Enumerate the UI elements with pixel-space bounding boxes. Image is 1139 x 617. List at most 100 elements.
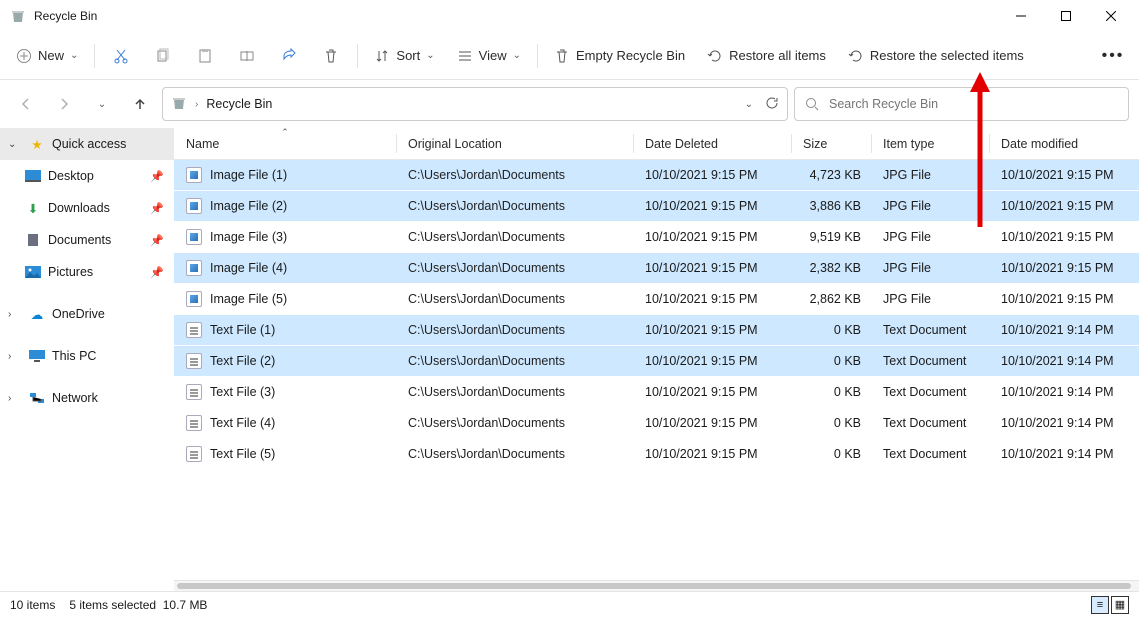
restore-selected-button[interactable]: Restore the selected items (838, 38, 1034, 74)
paste-button[interactable] (185, 38, 225, 74)
sidebar-item-label: OneDrive (52, 307, 105, 321)
share-icon (281, 48, 297, 64)
maximize-button[interactable] (1043, 0, 1088, 32)
column-original-location[interactable]: Original Location (396, 128, 633, 159)
refresh-button[interactable] (765, 96, 779, 113)
cell-size: 3,886 KB (791, 199, 871, 213)
table-row[interactable]: Image File (1)C:\Users\Jordan\Documents1… (174, 160, 1139, 191)
sidebar-item-downloads[interactable]: ⬇ Downloads 📌 (0, 192, 174, 224)
sidebar-item-desktop[interactable]: Desktop 📌 (0, 160, 174, 192)
sidebar-item-label: Quick access (52, 137, 126, 151)
copy-button[interactable] (143, 38, 183, 74)
table-row[interactable]: Text File (4)C:\Users\Jordan\Documents10… (174, 408, 1139, 439)
column-size[interactable]: Size (791, 128, 871, 159)
sidebar-item-network[interactable]: › Network (0, 382, 174, 414)
horizontal-scrollbar[interactable] (174, 580, 1139, 591)
chevron-right-icon: › (195, 99, 198, 110)
restore-all-button[interactable]: Restore all items (697, 38, 836, 74)
sort-label: Sort (396, 48, 420, 63)
cell-size: 0 KB (791, 385, 871, 399)
sidebar-item-quick-access[interactable]: ⌄ ★ Quick access (0, 128, 174, 160)
titlebar: Recycle Bin (0, 0, 1139, 32)
new-button[interactable]: New ⌄ (6, 38, 88, 74)
file-name: Text File (3) (210, 385, 275, 399)
scrollbar-thumb[interactable] (177, 583, 1131, 589)
table-row[interactable]: Image File (2)C:\Users\Jordan\Documents1… (174, 191, 1139, 222)
table-row[interactable]: Image File (3)C:\Users\Jordan\Documents1… (174, 222, 1139, 253)
restore-icon (707, 48, 723, 64)
cell-item-type: JPG File (871, 292, 989, 306)
star-icon: ★ (28, 137, 46, 152)
cell-date-deleted: 10/10/2021 9:15 PM (633, 447, 791, 461)
cell-original-location: C:\Users\Jordan\Documents (396, 323, 633, 337)
sidebar-item-pictures[interactable]: Pictures 📌 (0, 256, 174, 288)
thumbnails-view-toggle[interactable]: ▦ (1111, 596, 1129, 614)
content-area: Name ⌃ Original Location Date Deleted Si… (174, 128, 1139, 591)
breadcrumb[interactable]: Recycle Bin (206, 97, 272, 111)
sidebar-item-label: Network (52, 391, 98, 405)
minimize-button[interactable] (998, 0, 1043, 32)
cell-date-deleted: 10/10/2021 9:15 PM (633, 168, 791, 182)
cell-size: 0 KB (791, 323, 871, 337)
file-name: Text File (1) (210, 323, 275, 337)
back-button[interactable] (10, 88, 42, 120)
pin-icon: 📌 (150, 202, 164, 215)
chevron-right-icon: › (8, 393, 22, 404)
table-row[interactable]: Image File (5)C:\Users\Jordan\Documents1… (174, 284, 1139, 315)
cloud-icon: ☁ (28, 307, 46, 322)
column-name[interactable]: Name ⌃ (174, 128, 396, 159)
cut-button[interactable] (101, 38, 141, 74)
cut-icon (113, 48, 129, 64)
column-label: Date modified (1001, 137, 1078, 151)
share-button[interactable] (269, 38, 309, 74)
details-view-toggle[interactable]: ≡ (1091, 596, 1109, 614)
rename-button[interactable] (227, 38, 267, 74)
sidebar-item-this-pc[interactable]: › This PC (0, 340, 174, 372)
empty-recycle-bin-button[interactable]: Empty Recycle Bin (544, 38, 695, 74)
close-button[interactable] (1088, 0, 1133, 32)
sidebar-item-documents[interactable]: Documents 📌 (0, 224, 174, 256)
address-bar[interactable]: › Recycle Bin ⌄ (162, 87, 788, 121)
column-label: Size (803, 137, 827, 151)
sidebar-item-label: Documents (48, 233, 111, 247)
copy-icon (155, 48, 171, 64)
column-date-deleted[interactable]: Date Deleted (633, 128, 791, 159)
recycle-bin-icon (10, 8, 26, 24)
cell-item-type: JPG File (871, 230, 989, 244)
sort-icon (374, 48, 390, 64)
forward-button[interactable] (48, 88, 80, 120)
cell-date-modified: 10/10/2021 9:15 PM (989, 292, 1139, 306)
pin-icon: 📌 (150, 266, 164, 279)
more-button[interactable]: ••• (1093, 38, 1133, 74)
cell-size: 0 KB (791, 354, 871, 368)
cell-item-type: JPG File (871, 261, 989, 275)
column-item-type[interactable]: Item type (871, 128, 989, 159)
chevron-down-icon[interactable]: ⌄ (745, 99, 753, 110)
chevron-down-icon: ⌄ (70, 50, 78, 61)
table-row[interactable]: Text File (1)C:\Users\Jordan\Documents10… (174, 315, 1139, 346)
table-row[interactable]: Image File (4)C:\Users\Jordan\Documents1… (174, 253, 1139, 284)
search-box[interactable] (794, 87, 1129, 121)
file-icon (186, 446, 202, 462)
recent-button[interactable]: ⌄ (86, 88, 118, 120)
chevron-right-icon: › (8, 351, 22, 362)
search-input[interactable] (829, 97, 1118, 111)
cell-item-type: Text Document (871, 447, 989, 461)
file-icon (186, 229, 202, 245)
sort-button[interactable]: Sort ⌄ (364, 38, 444, 74)
column-date-modified[interactable]: Date modified (989, 128, 1139, 159)
cell-date-deleted: 10/10/2021 9:15 PM (633, 292, 791, 306)
table-row[interactable]: Text File (3)C:\Users\Jordan\Documents10… (174, 377, 1139, 408)
sidebar-item-onedrive[interactable]: › ☁ OneDrive (0, 298, 174, 330)
table-row[interactable]: Text File (5)C:\Users\Jordan\Documents10… (174, 439, 1139, 470)
file-icon (186, 384, 202, 400)
cell-size: 0 KB (791, 416, 871, 430)
addressbar-row: ⌄ › Recycle Bin ⌄ (0, 80, 1139, 128)
delete-button[interactable] (311, 38, 351, 74)
sidebar-item-label: Desktop (48, 169, 94, 183)
cell-date-deleted: 10/10/2021 9:15 PM (633, 354, 791, 368)
up-button[interactable] (124, 88, 156, 120)
cell-date-modified: 10/10/2021 9:15 PM (989, 230, 1139, 244)
view-button[interactable]: View ⌄ (447, 38, 531, 74)
table-row[interactable]: Text File (2)C:\Users\Jordan\Documents10… (174, 346, 1139, 377)
